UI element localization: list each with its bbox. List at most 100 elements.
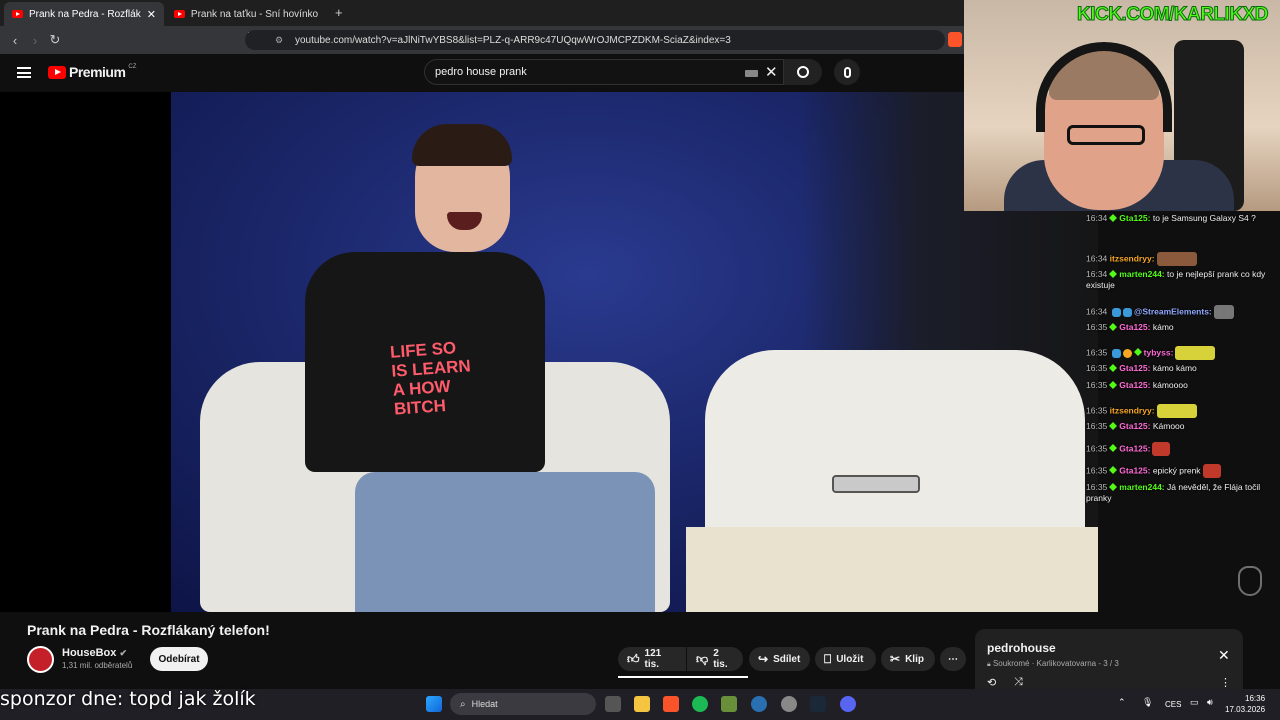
chat-user: tybyss:: [1143, 347, 1174, 358]
playlist-subtitle-text: Soukromé · Karlikovatovarna - 3 / 3: [992, 659, 1119, 668]
subscriber-badge-icon: [1109, 364, 1118, 372]
volume-icon[interactable]: 🔊︎: [1207, 697, 1213, 708]
chat-time: 16:35: [1086, 347, 1108, 358]
search-icon: ⌕: [460, 698, 466, 710]
search-button[interactable]: [784, 59, 822, 85]
logo-country: CZ: [128, 64, 137, 70]
back-icon[interactable]: ‹: [5, 30, 25, 50]
youtube-favicon-icon: [12, 10, 23, 18]
tray-chevron-icon[interactable]: ⌃: [1118, 697, 1126, 708]
thumbs-up-icon: 👍︎: [627, 651, 640, 666]
task-view-icon[interactable]: [605, 696, 621, 712]
streamer-webcam: KICK.COM/KARLIKXD: [964, 0, 1280, 211]
close-tab-icon[interactable]: ✕: [147, 8, 156, 21]
browser-tab-bar: Prank na Pedra - Rozflákaný tele ✕ Prank…: [0, 0, 964, 26]
spotify-icon[interactable]: [692, 696, 708, 712]
subscriber-badge-icon: [1109, 323, 1118, 331]
tab-prank-tatku[interactable]: Prank na taťku - Sní hovínko!! - YouT: [166, 2, 326, 26]
forward-icon[interactable]: ›: [25, 30, 45, 50]
address-bar[interactable]: ⚙ youtube.com/watch?v=aJlNiTwYBS8&list=P…: [245, 30, 945, 50]
reload-icon[interactable]: ↻: [45, 30, 65, 50]
more-actions-button[interactable]: ⋯: [940, 647, 966, 671]
close-playlist-icon[interactable]: ✕: [1218, 647, 1230, 664]
video-player[interactable]: LIFE SO IS LEARN A HOW BITCH: [0, 92, 1098, 612]
chat-time: 16:35: [1086, 380, 1108, 390]
chat-user: marten244:: [1119, 482, 1165, 492]
chat-text: kámo kámo: [1152, 363, 1197, 373]
brave-browser-icon[interactable]: [663, 696, 679, 712]
subscriber-badge-icon: [1109, 214, 1118, 222]
video-armchair-right: [705, 350, 1085, 550]
channel-name[interactable]: HouseBox ✔: [62, 647, 127, 659]
tab-label: Prank na Pedra - Rozflákaný tele: [28, 8, 141, 20]
loop-icon[interactable]: ⟲: [987, 676, 996, 689]
lock-icon: 🔒︎: [987, 661, 991, 668]
clip-button[interactable]: ✂ Klip: [881, 647, 935, 671]
file-explorer-icon[interactable]: [634, 696, 650, 712]
chat-user: Gta125:: [1119, 363, 1151, 373]
brave-shield-icon[interactable]: [948, 32, 962, 47]
tab-prank-pedra[interactable]: Prank na Pedra - Rozflákaný tele ✕: [4, 2, 164, 26]
chat-time: 16:34: [1086, 269, 1108, 279]
chat-message: 16:35 Gta125:: [1086, 442, 1274, 456]
chat-message: 16:35 Gta125: Kámooo: [1086, 421, 1274, 432]
chat-user: itzsendryy:: [1109, 253, 1155, 264]
clear-search-icon[interactable]: ✕: [765, 63, 778, 81]
subscriber-badge-icon: [1109, 483, 1118, 491]
chat-time: 16:35: [1086, 363, 1108, 373]
app-icon[interactable]: [751, 696, 767, 712]
clock-time: 16:36: [1245, 694, 1266, 703]
save-label: Uložit: [836, 653, 864, 665]
start-icon[interactable]: [426, 696, 442, 712]
subscriber-badge-icon: [1109, 444, 1118, 453]
subscribe-button[interactable]: Odebírat: [150, 647, 208, 671]
menu-icon[interactable]: [17, 67, 31, 78]
share-icon: ↪: [758, 652, 769, 666]
kick-channel-label: KICK.COM/KARLIKXD: [1077, 4, 1270, 26]
keyboard-icon[interactable]: [745, 70, 758, 77]
like-button[interactable]: 👍︎ 121 tis.: [618, 647, 686, 671]
video-shirt-text: LIFE SO IS LEARN A HOW BITCH: [389, 338, 472, 419]
shuffle-icon[interactable]: ⤨: [1014, 676, 1023, 689]
steam-icon[interactable]: [810, 696, 826, 712]
discord-icon[interactable]: [840, 696, 856, 712]
taskbar-search[interactable]: ⌕ Hledat: [450, 693, 596, 715]
save-button[interactable]: ⎕ Uložit: [815, 647, 876, 671]
tray-mic-icon[interactable]: 🎙︎: [1142, 697, 1153, 708]
subscriber-badge-icon: [1133, 348, 1142, 357]
playlist-title[interactable]: pedrohouse: [987, 641, 1056, 655]
emote-icon: [1213, 305, 1234, 319]
chat-message: 16:35 itzsendryy:: [1086, 404, 1274, 418]
verified-icon: ✔: [119, 648, 128, 658]
dislike-button[interactable]: 👎︎ 2 tis.: [687, 647, 743, 671]
channel-avatar[interactable]: [27, 646, 54, 673]
voice-search-button[interactable]: [834, 59, 860, 85]
search-query: pedro house prank: [435, 66, 527, 78]
clock[interactable]: 16:36 17.03.2026: [1225, 693, 1265, 715]
chat-time: 16:34: [1086, 306, 1108, 317]
clip-label: Klip: [905, 653, 924, 665]
network-icon[interactable]: ▭: [1190, 697, 1199, 708]
chat-time: 16:35: [1086, 465, 1108, 476]
video-title: Prank na Pedra - Rozflákaný telefon!: [27, 622, 270, 638]
search-input[interactable]: pedro house prank ✕: [424, 59, 784, 85]
badge-icon: [1111, 348, 1121, 358]
chat-message: 16:34 itzsendryy:: [1086, 252, 1274, 266]
video-coffee-table: [686, 527, 1098, 612]
chat-user: @StreamElements:: [1134, 306, 1212, 317]
minecraft-icon[interactable]: [721, 696, 737, 712]
taskbar-search-label: Hledat: [471, 699, 498, 709]
chat-text: kámoooo: [1152, 380, 1188, 390]
playlist-menu-icon[interactable]: ⋮: [1220, 676, 1231, 689]
youtube-premium-logo[interactable]: Premium CZ: [48, 64, 136, 80]
chat-message: 16:35 Gta125: epický prenk: [1086, 464, 1274, 478]
new-tab-button[interactable]: +: [335, 5, 343, 20]
mod-badge-icon: [1122, 307, 1132, 317]
language-indicator[interactable]: CES: [1165, 700, 1181, 709]
share-button[interactable]: ↪ Sdílet: [749, 647, 810, 671]
site-info-icon[interactable]: ⚙: [275, 35, 283, 46]
chat-message: 16:35 Gta125: kámo kámo: [1086, 363, 1274, 374]
obs-icon[interactable]: [781, 696, 797, 712]
search-icon: [797, 66, 809, 78]
chat-text: to je Samsung Galaxy S4 ?: [1152, 213, 1256, 223]
